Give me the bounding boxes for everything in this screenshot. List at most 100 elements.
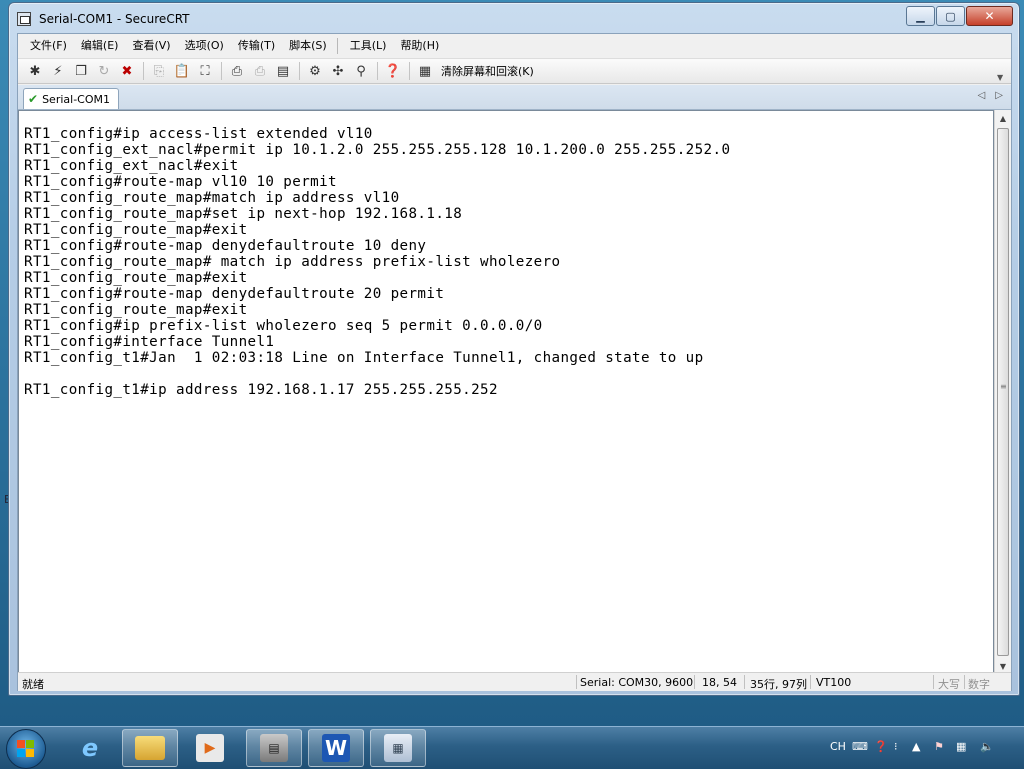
status-separator [744,675,745,689]
status-emulation: VT100 [816,676,852,689]
word-icon: W [322,734,350,762]
app-icon[interactable] [17,12,31,26]
terminal-line: RT1_config#ip prefix-list wholezero seq … [24,318,543,334]
taskbar-media-player[interactable]: ▶ [182,729,238,767]
status-separator [576,675,577,689]
taskbar-notepad[interactable]: ▦ [370,729,426,767]
tab-serial-com1[interactable]: ✔ Serial-COM1 [23,88,119,109]
terminal-line: RT1_config_route_map# match ip address p… [24,254,561,270]
disconnect-icon[interactable]: ✖ [118,62,136,80]
system-tray: CH ⌨ ❓ ⁝ ▲ ⚑ ▦ 🔈 [824,727,1024,769]
terminal-line: RT1_config_route_map#set ip next-hop 192… [24,206,463,222]
print-icon[interactable]: ⎙ [228,62,246,80]
minimize-button[interactable]: ▁ [906,6,935,26]
copy-icon[interactable]: ⎘ [150,62,168,80]
menu-separator [336,38,338,54]
vertical-scrollbar[interactable]: ▲ ≡ ▼ [994,110,1011,674]
start-button[interactable] [6,729,46,769]
language-indicator[interactable]: CH [830,740,846,753]
paste-icon[interactable]: 📋 [173,62,191,80]
close-icon: ✕ [984,9,995,23]
maximize-button[interactable]: ▢ [936,6,965,26]
window-client: 文件(F) 编辑(E) 查看(V) 选项(O) 传输(T) 脚本(S) 工具(L… [17,33,1012,691]
tab-navigation: ◁ ▷ [978,90,1003,101]
tab-label: Serial-COM1 [42,92,110,106]
keyboard-icon[interactable]: ⌨ [852,740,868,753]
scrollbar-thumb[interactable]: ≡ [997,128,1009,656]
find-icon[interactable]: ⛶ [196,62,214,80]
terminal-line: RT1_config_t1#Jan 1 02:03:18 Line on Int… [24,350,704,366]
help-tray-icon[interactable]: ❓ [874,740,888,753]
connect-tab-icon[interactable]: ❐ [72,62,90,80]
menu-transfer[interactable]: 传输(T) [230,36,281,56]
show-hidden-icons-icon[interactable]: ▲ [912,740,920,753]
terminal-line: RT1_config#interface Tunnel1 [24,334,275,350]
connected-check-icon: ✔ [28,92,39,106]
status-bar: 就绪 Serial: COM30, 9600 18, 54 35行, 97列 V… [18,672,1011,691]
notepad-icon: ▦ [384,734,412,762]
status-num: 数字 [968,678,990,691]
global-options-icon[interactable]: ✣ [329,62,347,80]
scrollbar-grip-icon: ≡ [1000,382,1007,391]
toolbar-separator [299,62,300,80]
status-separator [933,675,934,689]
menu-tools[interactable]: 工具(L) [342,36,393,56]
windows-logo-icon [17,740,35,758]
volume-icon[interactable]: 🔈 [980,740,994,753]
menu-options[interactable]: 选项(O) [177,36,230,56]
terminal-line: RT1_config_ext_nacl#exit [24,158,239,174]
network-icon[interactable]: ▦ [956,740,966,753]
terminal-line: RT1_config_route_map#exit [24,302,248,318]
status-ready: 就绪 [22,678,44,691]
title-bar[interactable]: Serial-COM1 - SecureCRT ▁ ▢ ✕ [9,3,1019,33]
taskbar-explorer[interactable] [122,729,178,767]
terminal-screen[interactable]: RT1_config#ip access-list extended vl10 R… [18,110,994,674]
toolbar-separator [409,62,410,80]
menu-script[interactable]: 脚本(S) [281,36,333,56]
toolbar-separator [221,62,222,80]
toolbar-overflow-icon[interactable]: ▼ [997,73,1005,82]
menu-edit[interactable]: 编辑(E) [73,36,125,56]
clear-screen-button[interactable]: 清除屏幕和回滚(K) [441,63,534,79]
securecrt-window: Serial-COM1 - SecureCRT ▁ ▢ ✕ 文件(F) 编辑(E… [8,2,1020,696]
terminal-line: RT1_config_ext_nacl#permit ip 10.1.2.0 2… [24,142,731,158]
keymap-icon[interactable]: ⚲ [352,62,370,80]
tab-next-icon[interactable]: ▷ [995,90,1003,101]
tab-prev-icon[interactable]: ◁ [978,90,986,101]
ie-icon: e [81,734,99,762]
terminal-line: RT1_config#route-map vl10 10 permit [24,174,337,190]
taskbar-ie[interactable]: e [62,729,118,767]
clear-screen-icon[interactable]: ▦ [416,62,434,80]
help-icon[interactable]: ❓ [384,62,402,80]
status-separator [694,675,695,689]
close-button[interactable]: ✕ [966,6,1013,26]
ime-options-icon[interactable]: ⁝ [894,740,898,753]
media-player-icon: ▶ [196,734,224,762]
window-title: Serial-COM1 - SecureCRT [39,12,190,26]
maximize-icon: ▢ [945,9,956,23]
terminal-line: RT1_config#route-map denydefaultroute 20… [24,286,445,302]
session-options-icon[interactable]: ⚙ [306,62,324,80]
terminal-line: RT1_config_route_map#match ip address vl… [24,190,400,206]
quick-connect-icon[interactable]: ⚡ [49,62,67,80]
connect-icon[interactable]: ✱ [26,62,44,80]
print-screen-icon[interactable]: ▤ [274,62,292,80]
taskbar: e ▶ ▤ W ▦ CH ⌨ ❓ ⁝ ▲ ⚑ ▦ 🔈 [0,726,1024,769]
securecrt-icon: ▤ [260,734,288,762]
taskbar-word[interactable]: W [308,729,364,767]
menu-bar: 文件(F) 编辑(E) 查看(V) 选项(O) 传输(T) 脚本(S) 工具(L… [18,34,1011,58]
status-cursor: 18, 54 [702,676,737,689]
taskbar-securecrt[interactable]: ▤ [246,729,302,767]
menu-view[interactable]: 查看(V) [124,36,176,56]
toolbar-separator [377,62,378,80]
print-setup-icon[interactable]: ⎙ [251,62,269,80]
menu-help[interactable]: 帮助(H) [392,36,445,56]
terminal-line: RT1_config#route-map denydefaultroute 10… [24,238,427,254]
action-center-flag-icon[interactable]: ⚑ [934,740,944,753]
menu-file[interactable]: 文件(F) [22,36,73,56]
toolbar-separator [143,62,144,80]
reconnect-icon[interactable]: ↻ [95,62,113,80]
terminal-output: RT1_config#ip access-list extended vl10 R… [24,126,730,398]
scroll-up-icon[interactable]: ▲ [995,110,1011,126]
